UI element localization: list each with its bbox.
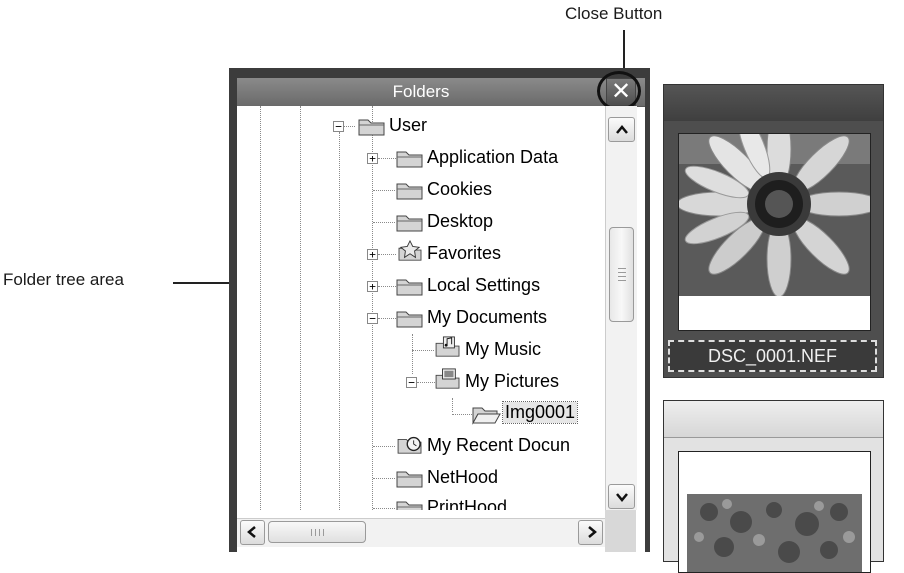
thumbnail-card-selected[interactable]: DSC_0001.NEF — [663, 84, 884, 378]
tree-item-label: PrintHood — [427, 497, 508, 510]
folder-icon — [396, 183, 423, 200]
tree-item-user[interactable]: − User — [237, 110, 605, 142]
close-button-highlight — [597, 71, 641, 111]
thumbnail-frame — [678, 451, 871, 573]
star-folder-icon — [398, 240, 422, 261]
horizontal-scroll-thumb[interactable] — [268, 521, 366, 543]
expand-icon[interactable]: + — [367, 281, 378, 292]
folder-icon — [396, 151, 423, 168]
tree-item-my-documents[interactable]: − My Documents — [237, 302, 605, 334]
tree-item-label: Desktop — [427, 211, 494, 231]
tree-item-my-recent-documents[interactable]: My Recent Docun — [237, 430, 605, 462]
tree-item-label: Favorites — [427, 243, 502, 263]
tree-item-label: My Pictures — [465, 371, 560, 391]
close-button-callout: Close Button — [565, 4, 663, 23]
folder-icon — [358, 119, 385, 136]
folder-tree[interactable]: − User + Application Data Cookies Deskto… — [237, 106, 605, 510]
collapse-icon[interactable]: − — [406, 377, 417, 388]
thumbnail-card[interactable] — [663, 400, 884, 573]
folder-icon — [396, 215, 423, 232]
collapse-icon[interactable]: − — [367, 313, 378, 324]
tree-item-printhood[interactable]: PrintHood — [237, 492, 605, 510]
tree-item-img0001[interactable]: Img0001 — [237, 398, 605, 430]
folder-tree-callout: Folder tree area — [3, 270, 124, 289]
open-folder-icon — [472, 407, 501, 425]
tree-item-my-music[interactable]: My Music — [237, 334, 605, 366]
scrollbar-corner — [605, 510, 636, 552]
foliage-photo — [679, 452, 870, 572]
folder-icon — [396, 279, 423, 296]
tree-item-cookies[interactable]: Cookies — [237, 174, 605, 206]
tree-item-label: My Recent Docun — [427, 435, 571, 455]
chevron-up-icon — [616, 125, 628, 134]
expand-icon[interactable]: + — [367, 249, 378, 260]
tree-item-my-pictures[interactable]: − My Pictures — [237, 366, 605, 398]
pictures-folder-icon — [435, 368, 460, 389]
tree-item-application-data[interactable]: + Application Data — [237, 142, 605, 174]
tree-item-nethood[interactable]: NetHood — [237, 462, 605, 494]
tree-item-label: NetHood — [427, 467, 499, 487]
thumbnail-frame — [678, 133, 871, 331]
thumbnail-filename-label[interactable]: DSC_0001.NEF — [668, 340, 877, 372]
scroll-left-button[interactable] — [240, 520, 265, 545]
music-folder-icon — [435, 336, 460, 357]
recent-folder-icon — [397, 436, 422, 454]
folder-icon — [396, 501, 423, 510]
expand-icon[interactable]: + — [367, 153, 378, 164]
folders-panel-header: Folders — [237, 78, 645, 107]
tree-item-label: User — [389, 115, 428, 135]
folder-icon — [396, 471, 423, 488]
tree-item-label: My Music — [465, 339, 541, 359]
chevron-left-icon — [247, 526, 256, 538]
chevron-right-icon — [588, 526, 597, 538]
scroll-down-button[interactable] — [608, 484, 635, 509]
thumbnail-header-bar — [664, 85, 883, 121]
scroll-up-button[interactable] — [608, 117, 635, 142]
folder-icon — [396, 311, 423, 328]
tree-item-favorites[interactable]: + Favorites — [237, 238, 605, 270]
tree-item-label: Local Settings — [427, 275, 541, 295]
chevron-down-icon — [616, 493, 628, 502]
collapse-icon[interactable]: − — [333, 121, 344, 132]
tree-item-label: Cookies — [427, 179, 493, 199]
tree-item-label: My Documents — [427, 307, 548, 327]
vertical-scroll-thumb[interactable] — [609, 227, 634, 322]
tree-item-label: Application Data — [427, 147, 559, 167]
thumbnail-header-bar — [664, 401, 883, 438]
tree-item-desktop[interactable]: Desktop — [237, 206, 605, 238]
tree-item-local-settings[interactable]: + Local Settings — [237, 270, 605, 302]
panel-title: Folders — [392, 82, 450, 101]
scroll-right-button[interactable] — [578, 520, 603, 545]
sunflower-photo — [679, 134, 870, 296]
tree-item-label: Img0001 — [501, 401, 579, 424]
